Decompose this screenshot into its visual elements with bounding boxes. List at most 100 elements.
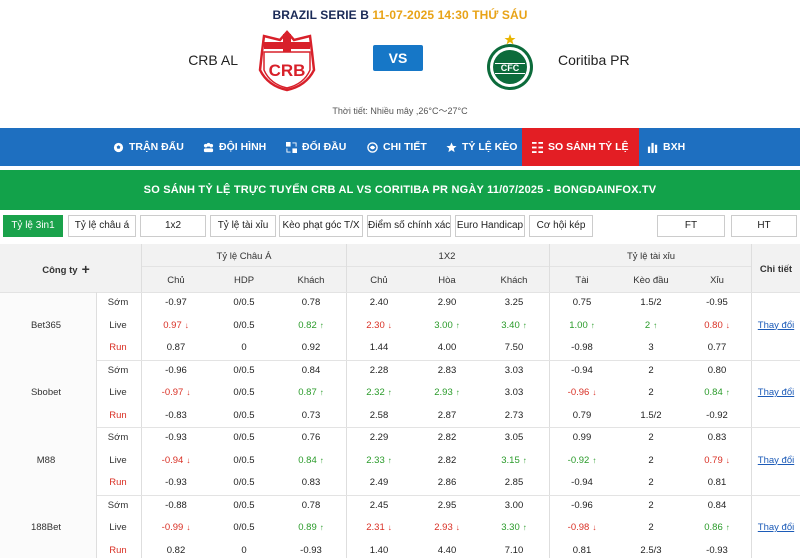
tab-diem-so-chinh-xac[interactable]: Điểm số chính xác — [367, 215, 451, 237]
odds-value: 3.40 ↑ — [482, 320, 546, 331]
row-type-label: Sớm — [107, 499, 129, 511]
odds-number: -0.92 — [567, 454, 590, 466]
nav-so-sanh-ty-le[interactable]: SO SÁNH TỶ LỆ — [522, 128, 639, 166]
arrow-down-icon: ↓ — [455, 523, 460, 532]
arrow-down-icon: ↓ — [592, 523, 597, 532]
vs-badge: VS — [373, 45, 423, 71]
odds-value: 0.77 — [685, 342, 749, 353]
row-type-label: Live — [109, 522, 127, 533]
sub-header: Xỉu — [710, 275, 724, 286]
arrow-up-icon: ↑ — [319, 320, 324, 330]
odds-value: -0.92 — [685, 410, 749, 421]
odds-number: 0.76 — [301, 432, 321, 443]
odds-value: 0.80 ↓ — [685, 320, 749, 331]
nav-bxh[interactable]: BXH — [647, 128, 685, 166]
odds-value: 0.81 — [550, 545, 614, 556]
match-datetime: 11-07-2025 14:30 THỨ SÁU — [372, 8, 528, 22]
company-column-header: Công ty + — [21, 260, 111, 277]
nav-doi-dau[interactable]: ĐỐI ĐẦU — [286, 128, 346, 166]
odds-number: 1.44 — [369, 342, 389, 353]
odds-number: 0.77 — [707, 342, 727, 353]
coritiba-logo[interactable]: CFC — [484, 34, 536, 92]
odds-number: 3.03 — [504, 364, 524, 376]
row-type-label: Live — [109, 387, 127, 398]
odds-value: 0.84 — [279, 365, 343, 376]
nav-tran-dau[interactable]: TRẬN ĐẤU — [113, 128, 184, 166]
odds-value: 0.97 ↓ — [144, 320, 208, 331]
arrow-up-icon: ↑ — [319, 455, 324, 465]
home-team-name[interactable]: CRB AL — [0, 52, 238, 68]
odds-value: 0.87 ↑ — [279, 387, 343, 398]
odds-number: 0.78 — [301, 297, 321, 308]
match-league-header: BRAZIL SERIE B 11-07-2025 14:30 THỨ SÁU — [0, 8, 800, 22]
odds-number: 0.81 — [707, 477, 727, 488]
crb-logo[interactable]: CRB — [256, 30, 318, 92]
group-header: Tỷ lệ tài xỉu — [626, 251, 676, 262]
soccer-ball-icon — [113, 142, 124, 152]
odds-value: 0/0.5 — [212, 297, 276, 308]
tab-chau-a[interactable]: Tỷ lệ châu á — [68, 215, 136, 237]
company-name: Sbobet — [30, 387, 62, 399]
odds-number: 0.81 — [572, 544, 592, 556]
change-details-link[interactable]: Thay đổi — [746, 320, 800, 331]
header-divider — [141, 266, 751, 267]
change-details-link[interactable]: Thay đổi — [746, 387, 800, 398]
odds-value: -0.97 — [144, 297, 208, 308]
odds-value: -0.97 ↓ — [144, 387, 208, 398]
league-name: BRAZIL SERIE B — [272, 8, 369, 22]
tab-ft[interactable]: FT — [657, 215, 725, 237]
odds-number: -0.93 — [165, 477, 187, 488]
odds-number: -0.96 — [567, 387, 590, 398]
odds-value: 0/0.5 — [212, 410, 276, 421]
tab-euro-handicap[interactable]: Euro Handicap — [455, 215, 525, 237]
nav-label: ĐỐI ĐẦU — [302, 141, 347, 153]
company-name: M88 — [36, 454, 56, 466]
group-header: Tỷ lệ Châu Á — [216, 251, 272, 262]
tab-co-hoi-kep[interactable]: Cơ hội kép — [529, 215, 593, 237]
tab-ht[interactable]: HT — [731, 215, 797, 237]
arrow-up-icon: ↑ — [590, 320, 595, 330]
sub-header: Chủ — [167, 275, 185, 286]
odds-number: 2.87 — [437, 409, 457, 421]
arrow-up-icon: ↑ — [319, 388, 324, 397]
row-type-label: Run — [109, 342, 127, 353]
odds-value: 2.93 ↑ — [415, 387, 479, 398]
odds-value: 0.79 — [550, 410, 614, 421]
odds-value: -0.93 — [144, 477, 208, 488]
odds-number: -0.93 — [165, 432, 187, 443]
odds-value: 2 — [619, 500, 683, 511]
odds-value: 2.73 — [482, 410, 546, 421]
tab-keo-phat-goc[interactable]: Kèo phạt góc T/X — [279, 215, 363, 237]
odds-value: 0.78 — [279, 500, 343, 511]
arrow-up-icon: ↑ — [455, 320, 460, 330]
nav-ty-le-keo[interactable]: TỶ LỆ KÈO — [446, 128, 517, 166]
company-divider — [0, 359, 800, 361]
odds-number: 3.15 — [501, 454, 520, 466]
odds-value: 3.03 — [482, 365, 546, 376]
sub-header: Chủ — [370, 275, 388, 286]
odds-number: -0.99 — [161, 522, 184, 533]
arrow-up-icon: ↑ — [522, 523, 527, 532]
arrow-down-icon: ↓ — [186, 523, 191, 532]
arrow-up-icon: ↑ — [725, 523, 730, 532]
tab-tai-xiu[interactable]: Tỷ lệ tài xỉu — [210, 215, 276, 237]
odds-value: 2.85 — [482, 477, 546, 488]
odds-value: 7.50 — [482, 342, 546, 353]
odds-value: 2 — [619, 455, 683, 466]
tab-1x2[interactable]: 1x2 — [140, 215, 206, 237]
odds-number: 2.29 — [369, 432, 389, 443]
odds-number: 0/0.5 — [233, 454, 255, 466]
odds-number: 2 — [648, 387, 654, 398]
tab-3in1[interactable]: Tỷ lệ 3in1 — [3, 215, 63, 237]
nav-chi-tiet[interactable]: CHI TIẾT — [367, 128, 427, 166]
add-company-icon[interactable]: + — [82, 261, 90, 277]
nav-label: ĐỘI HÌNH — [219, 141, 267, 153]
arrow-up-icon: ↑ — [522, 320, 527, 330]
change-details-link[interactable]: Thay đổi — [746, 455, 800, 466]
nav-doi-hinh[interactable]: ĐỘI HÌNH — [203, 128, 266, 166]
change-details-link[interactable]: Thay đổi — [746, 522, 800, 533]
odds-number: -0.97 — [165, 297, 187, 308]
away-team-name[interactable]: Coritiba PR — [558, 52, 758, 68]
odds-number: 2.58 — [369, 409, 389, 421]
odds-value: -0.88 — [144, 500, 208, 511]
